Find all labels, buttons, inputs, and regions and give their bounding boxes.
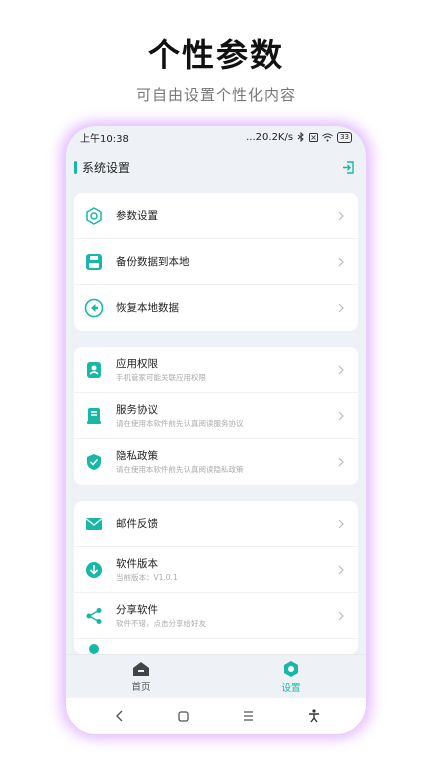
- hexagon-settings-icon: [84, 206, 104, 226]
- row-subtitle: 软件不错，点击分享给好友: [116, 618, 206, 628]
- chevron-right-icon: [336, 303, 346, 313]
- row-subtitle: 请在使用本软件前先认真阅读隐私政策: [116, 465, 244, 474]
- chevron-right-icon: [336, 457, 346, 467]
- tab-home[interactable]: 首页: [66, 655, 216, 698]
- status-time: 上午10:38: [80, 133, 129, 145]
- menu-icon: [244, 711, 253, 721]
- save-icon: [84, 252, 104, 272]
- bottom-tab-bar: 首页 设置: [66, 654, 366, 698]
- settings-group-legal: 应用权限 手机管家可能关联应用权限 服务协议 请在使用本软件前先认真阅读服务协议…: [74, 347, 358, 485]
- row-parameter-settings[interactable]: 参数设置: [74, 193, 358, 239]
- row-title: 参数设置: [116, 209, 158, 222]
- system-nav-bar: [66, 698, 366, 734]
- row-title: 应用权限: [116, 357, 158, 370]
- chevron-right-icon: [336, 519, 346, 529]
- row-title: 恢复本地数据: [116, 302, 179, 314]
- shield-icon: [84, 452, 104, 472]
- accessibility-icon: [308, 709, 319, 723]
- permission-icon: [84, 360, 104, 380]
- tab-settings[interactable]: 设置: [216, 655, 366, 698]
- chevron-left-icon: [115, 710, 122, 722]
- settings-group-other: 邮件反馈 软件版本 当前版本：V1.0.1 分享软件 软件不错，点击分享给好友: [74, 501, 358, 654]
- nav-back-button[interactable]: [109, 706, 129, 726]
- row-privacy-policy[interactable]: 隐私政策 请在使用本软件前先认真阅读隐私政策: [74, 439, 358, 485]
- bluetooth-icon: [297, 132, 304, 142]
- mail-icon: [84, 514, 104, 534]
- chevron-right-icon: [336, 565, 346, 575]
- page-title: 系统设置: [82, 160, 131, 175]
- download-icon: [84, 560, 104, 580]
- row-partial-next: [74, 639, 358, 654]
- row-title: 软件版本: [116, 557, 158, 570]
- status-bar: 上午10:38 ...20.2K/s 33: [66, 126, 366, 148]
- settings-icon: [284, 660, 298, 677]
- phone-screen: 上午10:38 ...20.2K/s 33 系统设置 参数设置 备份数据到本地 …: [66, 126, 366, 734]
- chevron-right-icon: [336, 411, 346, 421]
- chevron-right-icon: [336, 211, 346, 221]
- row-subtitle: 当前版本：V1.0.1: [116, 572, 178, 582]
- row-service-agreement[interactable]: 服务协议 请在使用本软件前先认真阅读服务协议: [74, 393, 358, 439]
- settings-group-basic: 参数设置 备份数据到本地 恢复本地数据: [74, 193, 358, 331]
- tab-label: 设置: [281, 682, 301, 694]
- row-share-software[interactable]: 分享软件 软件不错，点击分享给好友: [74, 593, 358, 639]
- sim-icon: [309, 132, 319, 142]
- restore-icon: [84, 298, 104, 318]
- row-title: 邮件反馈: [116, 517, 158, 530]
- row-title: 分享软件: [116, 603, 158, 616]
- title-accent-bar: [74, 160, 77, 174]
- row-title: 备份数据到本地: [116, 255, 190, 268]
- row-subtitle: 请在使用本软件前先认真阅读服务协议: [116, 418, 244, 428]
- row-mail-feedback[interactable]: 邮件反馈: [74, 501, 358, 547]
- tab-label: 首页: [131, 681, 151, 693]
- agreement-icon: [84, 406, 104, 426]
- promo-subheadline: 可自由设置个性化内容: [135, 86, 296, 104]
- logout-icon[interactable]: [340, 159, 356, 175]
- app-bar: 系统设置: [66, 154, 366, 180]
- partial-item-icon: [84, 639, 104, 654]
- share-icon: [84, 606, 104, 626]
- nav-home-button[interactable]: [174, 706, 194, 726]
- row-title: 隐私政策: [116, 450, 158, 462]
- chevron-right-icon: [336, 257, 346, 267]
- wifi-icon: [322, 133, 333, 141]
- row-app-permissions[interactable]: 应用权限 手机管家可能关联应用权限: [74, 347, 358, 393]
- nav-accessibility-button[interactable]: [304, 706, 324, 726]
- home-icon: [133, 661, 149, 676]
- square-icon: [178, 710, 189, 722]
- battery-icon: 33: [337, 131, 352, 143]
- chevron-right-icon: [336, 365, 346, 375]
- nav-menu-button[interactable]: [239, 706, 259, 726]
- row-backup-local[interactable]: 备份数据到本地: [74, 239, 358, 285]
- row-subtitle: 手机管家可能关联应用权限: [116, 372, 206, 382]
- network-speed: ...20.2K/s: [246, 131, 294, 143]
- row-title: 服务协议: [116, 403, 158, 416]
- chevron-right-icon: [336, 611, 346, 621]
- promo-headline: 个性参数: [147, 36, 284, 74]
- row-restore-local[interactable]: 恢复本地数据: [74, 285, 358, 331]
- row-software-version[interactable]: 软件版本 当前版本：V1.0.1: [74, 547, 358, 593]
